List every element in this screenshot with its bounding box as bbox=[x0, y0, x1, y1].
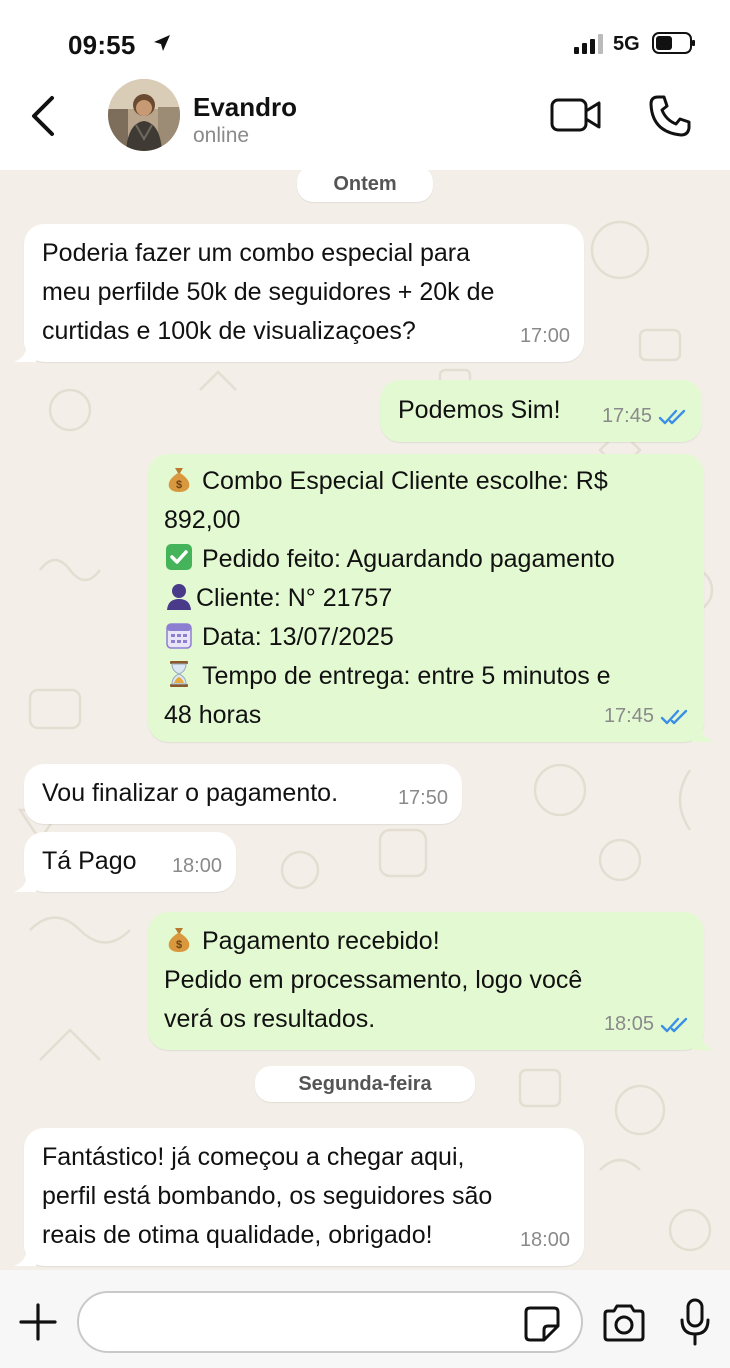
message-line: Tempo de entrega: entre 5 minutos e bbox=[164, 657, 688, 696]
message-time: 17:45 bbox=[601, 405, 652, 427]
calendar-icon bbox=[166, 623, 192, 649]
bubble-tail bbox=[692, 724, 714, 742]
bubble-tail bbox=[14, 344, 36, 362]
message-composer bbox=[0, 1270, 730, 1368]
message-line-text: Data: 13/07/2025 bbox=[202, 623, 394, 651]
message-line-text: verá os resultados. bbox=[164, 1005, 376, 1033]
status-bar: 09:55 5G bbox=[0, 0, 730, 84]
bubble-tail bbox=[14, 874, 36, 892]
bubble-tail bbox=[692, 1032, 714, 1050]
message-meta: 17:45 bbox=[604, 697, 690, 736]
message-text: Vou finalizar o pagamento. bbox=[42, 779, 339, 807]
incoming-message[interactable]: Tá Pago 18:00 bbox=[14, 832, 236, 892]
date-separator: Segunda-feira bbox=[255, 1066, 475, 1102]
message-line: Pedido feito: Aguardando pagamento bbox=[164, 540, 688, 579]
message-time: 17:50 bbox=[397, 787, 448, 809]
outgoing-message[interactable]: $ Combo Especial Cliente escolhe: R$ 892… bbox=[148, 454, 714, 742]
double-check-read-icon bbox=[660, 709, 688, 724]
message-line-text: Pagamento recebido! bbox=[202, 927, 440, 955]
phone-call-icon[interactable] bbox=[648, 94, 692, 138]
video-call-icon[interactable] bbox=[550, 96, 602, 134]
message-time: 17:00 bbox=[519, 325, 570, 347]
message-line: Pedido em processamento, logo você bbox=[164, 961, 688, 1000]
outgoing-message[interactable]: Podemos Sim! 17:45 bbox=[380, 380, 702, 442]
double-check-read-icon bbox=[660, 1017, 688, 1032]
date-separator: Ontem bbox=[297, 170, 433, 202]
microphone-icon[interactable] bbox=[678, 1298, 712, 1346]
message-input[interactable] bbox=[77, 1291, 583, 1353]
message-line: Data: 13/07/2025 bbox=[164, 618, 688, 657]
avatar[interactable] bbox=[108, 79, 180, 151]
bubble-tail bbox=[14, 1248, 36, 1266]
message-line-text: Pedido em processamento, logo você bbox=[164, 966, 583, 994]
money-bag-icon: $ bbox=[168, 468, 190, 492]
signal-bars-icon bbox=[574, 34, 603, 54]
svg-text:$: $ bbox=[176, 939, 182, 951]
person-icon bbox=[167, 584, 191, 610]
message-meta: 17:45 bbox=[602, 397, 688, 436]
message-meta: 18:00 bbox=[520, 1221, 570, 1260]
message-line: $ Pagamento recebido! bbox=[164, 922, 688, 961]
chat-area[interactable]: Ontem Poderia fazer um combo especial pa… bbox=[0, 170, 730, 1270]
message-line-text: Combo Especial Cliente escolhe: R$ bbox=[202, 467, 608, 495]
message-line: Cliente: N° 21757 bbox=[164, 579, 688, 618]
svg-text:$: $ bbox=[176, 479, 182, 491]
message-line-text: Cliente: N° 21757 bbox=[196, 584, 393, 612]
network-type: 5G bbox=[613, 33, 640, 55]
incoming-message[interactable]: Fantástico! já começou a chegar aqui, pe… bbox=[14, 1128, 584, 1266]
message-time: 18:05 bbox=[603, 1013, 654, 1035]
message-time: 18:00 bbox=[519, 1229, 570, 1251]
message-meta: 18:05 bbox=[604, 1005, 690, 1044]
outgoing-message[interactable]: $ Pagamento recebido! Pedido em processa… bbox=[148, 912, 714, 1050]
contact-status: online bbox=[193, 124, 250, 147]
hourglass-icon bbox=[170, 661, 188, 687]
camera-icon[interactable] bbox=[601, 1304, 647, 1342]
incoming-message[interactable]: Poderia fazer um combo especial para meu… bbox=[14, 224, 584, 362]
check-mark-icon bbox=[166, 544, 192, 570]
back-chevron-icon[interactable] bbox=[26, 94, 60, 138]
sticker-icon[interactable] bbox=[522, 1304, 562, 1344]
message-line-text: Tempo de entrega: entre 5 minutos e bbox=[202, 662, 611, 690]
message-line: $ Combo Especial Cliente escolhe: R$ bbox=[164, 462, 688, 501]
message-meta: 17:00 bbox=[520, 317, 570, 356]
message-line-text: 48 horas bbox=[164, 701, 262, 729]
money-bag-icon: $ bbox=[168, 928, 190, 952]
message-meta: 18:00 bbox=[172, 847, 222, 886]
chat-header: Evandro online bbox=[0, 79, 730, 170]
message-time: 17:45 bbox=[603, 705, 654, 727]
status-time: 09:55 bbox=[68, 30, 136, 60]
message-line-text: Pedido feito: Aguardando pagamento bbox=[202, 545, 615, 573]
message-text: Fantástico! já começou a chegar aqui, pe… bbox=[42, 1143, 493, 1249]
message-line: 892,00 bbox=[164, 501, 688, 540]
incoming-message[interactable]: Vou finalizar o pagamento. 17:50 bbox=[24, 764, 462, 824]
contact-name[interactable]: Evandro bbox=[193, 92, 297, 123]
message-text: Poderia fazer um combo especial para meu… bbox=[42, 239, 495, 345]
double-check-read-icon bbox=[658, 409, 686, 424]
message-time: 18:00 bbox=[171, 855, 222, 877]
message-line-text: 892,00 bbox=[164, 506, 241, 534]
battery-icon bbox=[652, 32, 695, 54]
plus-icon[interactable] bbox=[18, 1302, 58, 1342]
message-meta: 17:50 bbox=[398, 779, 448, 818]
location-arrow-icon bbox=[154, 35, 170, 51]
